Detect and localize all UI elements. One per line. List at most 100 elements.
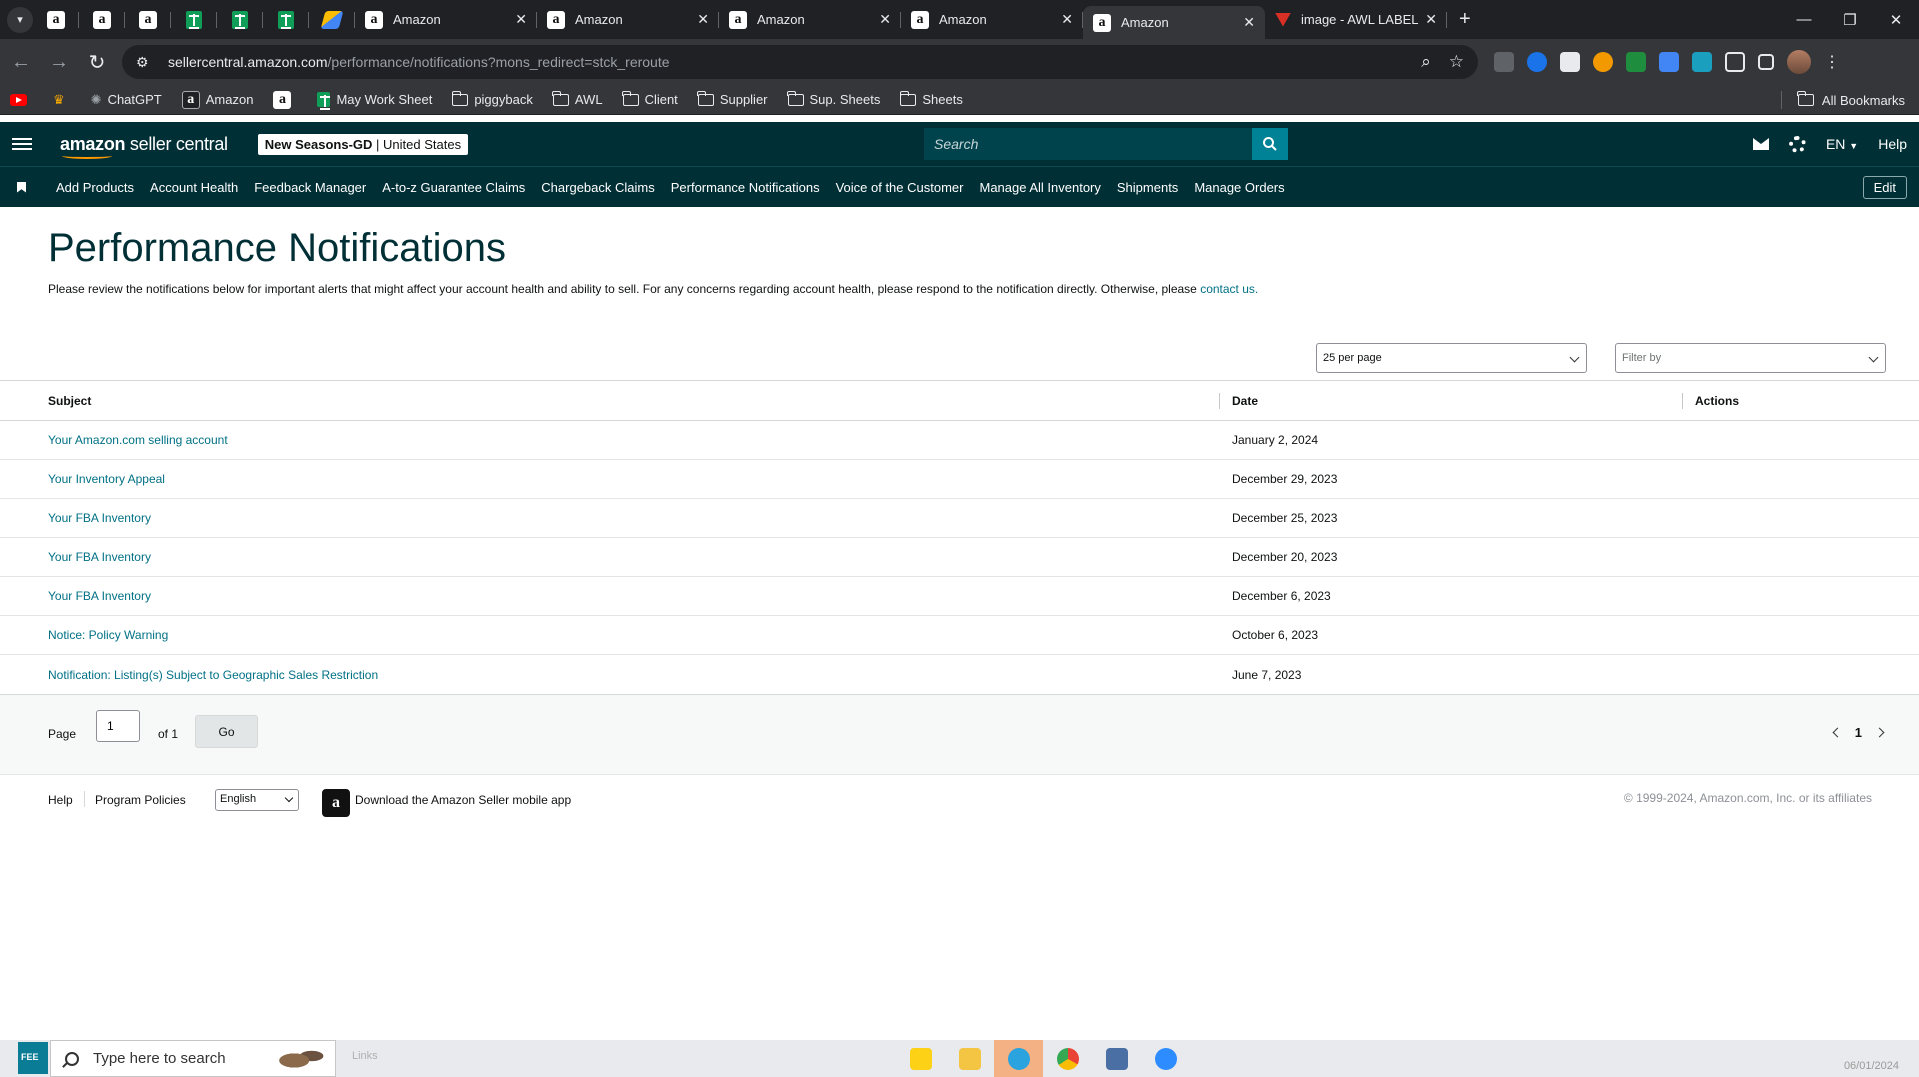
extension-fba-icon[interactable]: [1692, 52, 1712, 72]
go-button[interactable]: Go: [195, 715, 258, 748]
current-page-number[interactable]: 1: [1855, 725, 1862, 740]
bookmark-star-icon[interactable]: ☆: [1449, 52, 1464, 72]
settings-gear-icon[interactable]: [1788, 135, 1806, 153]
pinned-tab-sheets-1[interactable]: [171, 0, 217, 39]
filter-select[interactable]: Filter by: [1615, 343, 1886, 373]
search-input[interactable]: [924, 128, 1252, 160]
edit-nav-button[interactable]: Edit: [1862, 176, 1907, 199]
close-tab-icon[interactable]: ✕: [697, 11, 709, 28]
profile-avatar[interactable]: [1787, 50, 1811, 74]
calculator-app[interactable]: [1092, 1040, 1141, 1077]
notification-subject-link[interactable]: Your FBA Inventory: [48, 589, 151, 603]
reload-icon[interactable]: ↻: [80, 45, 114, 79]
close-tab-icon[interactable]: ✕: [1425, 11, 1437, 28]
tab-amazon-3[interactable]: a Amazon ✕: [719, 0, 901, 39]
bookmark-folder-sheets[interactable]: Sheets: [899, 90, 963, 107]
close-tab-icon[interactable]: ✕: [879, 11, 891, 28]
tab-awl-label[interactable]: image - AWL LABEL ✕: [1265, 0, 1447, 39]
nav-chargeback-claims[interactable]: Chargeback Claims: [541, 180, 654, 195]
extension-rs-icon[interactable]: [1626, 52, 1646, 72]
close-window-icon[interactable]: ✕: [1873, 0, 1919, 39]
close-tab-icon[interactable]: ✕: [1061, 11, 1073, 28]
seller-central-logo[interactable]: amazon seller central: [60, 134, 228, 159]
extension-off-icon[interactable]: [1494, 52, 1514, 72]
extension-orange-icon[interactable]: [1593, 52, 1613, 72]
links-toolbar[interactable]: Links: [352, 1050, 378, 1062]
nav-voice-of-customer[interactable]: Voice of the Customer: [836, 180, 964, 195]
contact-us-link[interactable]: contact us.: [1200, 282, 1258, 296]
help-link[interactable]: Help: [1878, 136, 1907, 152]
next-page-icon[interactable]: [1874, 727, 1885, 738]
pinned-tab-app[interactable]: [309, 0, 355, 39]
language-selector[interactable]: EN ▼: [1826, 136, 1858, 152]
hamburger-menu-icon[interactable]: [12, 135, 32, 153]
language-select[interactable]: English: [215, 789, 299, 811]
zoom-app[interactable]: [1141, 1040, 1190, 1077]
bookmark-youtube[interactable]: [10, 93, 33, 106]
browser-menu-icon[interactable]: ⋮: [1824, 52, 1840, 72]
tab-amazon-active[interactable]: a Amazon ✕: [1083, 6, 1265, 39]
zoom-icon[interactable]: ⌕: [1421, 52, 1431, 72]
pinned-tab-amazon-1[interactable]: a: [33, 0, 79, 39]
pinned-tab-amazon-3[interactable]: a: [125, 0, 171, 39]
close-tab-icon[interactable]: ✕: [1243, 14, 1255, 31]
notification-subject-link[interactable]: Your FBA Inventory: [48, 511, 151, 525]
sticky-notes-app[interactable]: [896, 1040, 945, 1077]
bookmark-folder-supplier[interactable]: Supplier: [697, 90, 768, 107]
tab-search-icon[interactable]: ▾: [7, 6, 33, 33]
extension-blue-icon[interactable]: [1527, 52, 1547, 72]
notification-subject-link[interactable]: Your FBA Inventory: [48, 550, 151, 564]
site-info-icon[interactable]: ⚙: [136, 54, 156, 71]
messages-icon[interactable]: [1752, 138, 1769, 150]
forward-icon[interactable]: →: [42, 45, 76, 79]
pinned-tab-sheets-2[interactable]: [217, 0, 263, 39]
bookmark-folder-sup-sheets[interactable]: Sup. Sheets: [787, 90, 880, 107]
tab-amazon-4[interactable]: a Amazon ✕: [901, 0, 1083, 39]
telegram-app[interactable]: [994, 1040, 1043, 1077]
bookmark-amazon[interactable]: a Amazon: [181, 90, 253, 109]
extensions-puzzle-icon[interactable]: [1725, 52, 1745, 72]
bookmark-folder-piggyback[interactable]: piggyback: [451, 90, 533, 107]
extension-calc-icon[interactable]: [1659, 52, 1679, 72]
all-bookmarks[interactable]: All Bookmarks: [1780, 85, 1905, 115]
nav-manage-inventory[interactable]: Manage All Inventory: [979, 180, 1100, 195]
program-policies-link[interactable]: Program Policies: [95, 793, 186, 807]
taskbar-search[interactable]: Type here to search: [50, 1040, 336, 1077]
notification-subject-link[interactable]: Your Amazon.com selling account: [48, 433, 228, 447]
page-number-input[interactable]: [96, 710, 140, 742]
search-button[interactable]: [1252, 128, 1288, 160]
nav-add-products[interactable]: Add Products: [56, 180, 134, 195]
widget-icon[interactable]: FEE: [18, 1042, 48, 1074]
download-app-link[interactable]: Download the Amazon Seller mobile app: [355, 793, 571, 807]
close-tab-icon[interactable]: ✕: [515, 11, 527, 28]
minimize-icon[interactable]: —: [1781, 0, 1827, 39]
nav-feedback-manager[interactable]: Feedback Manager: [254, 180, 366, 195]
footer-help-link[interactable]: Help: [48, 793, 73, 807]
url-text[interactable]: sellercentral.amazon.com/performance/not…: [168, 54, 1403, 70]
bookmark-may-work-sheet[interactable]: May Work Sheet: [317, 92, 432, 110]
side-panel-icon[interactable]: [1758, 54, 1774, 70]
account-switcher[interactable]: New Seasons-GD | United States: [257, 133, 469, 155]
notification-subject-link[interactable]: Notice: Policy Warning: [48, 628, 168, 642]
nav-shipments[interactable]: Shipments: [1117, 180, 1178, 195]
pinned-tab-amazon-2[interactable]: a: [79, 0, 125, 39]
tab-amazon-1[interactable]: a Amazon ✕: [355, 0, 537, 39]
per-page-select[interactable]: 25 per page: [1316, 343, 1587, 373]
extension-image-icon[interactable]: [1560, 52, 1580, 72]
new-tab-icon[interactable]: +: [1459, 8, 1471, 31]
restore-icon[interactable]: ❐: [1827, 0, 1873, 39]
chrome-app[interactable]: [1043, 1040, 1092, 1077]
bookmark-extension[interactable]: ♛: [53, 92, 71, 108]
nav-account-health[interactable]: Account Health: [150, 180, 238, 195]
nav-a-to-z-claims[interactable]: A-to-z Guarantee Claims: [382, 180, 525, 195]
bookmark-folder-awl[interactable]: AWL: [552, 90, 603, 107]
bookmark-chatgpt[interactable]: ✺ ChatGPT: [91, 92, 162, 108]
notification-subject-link[interactable]: Notification: Listing(s) Subject to Geog…: [48, 668, 378, 682]
back-icon[interactable]: ←: [4, 45, 38, 79]
previous-page-icon[interactable]: [1832, 727, 1843, 738]
file-explorer-app[interactable]: [945, 1040, 994, 1077]
nav-manage-orders[interactable]: Manage Orders: [1194, 180, 1284, 195]
header-subject[interactable]: Subject: [48, 394, 91, 408]
pinned-tab-sheets-3[interactable]: [263, 0, 309, 39]
tab-amazon-2[interactable]: a Amazon ✕: [537, 0, 719, 39]
